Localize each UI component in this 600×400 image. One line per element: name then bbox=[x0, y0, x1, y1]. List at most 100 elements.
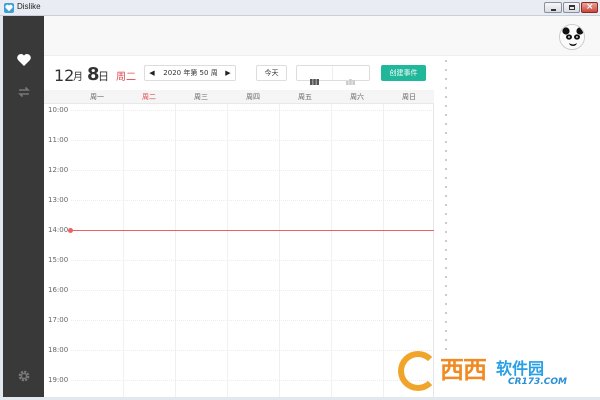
day-column-divider bbox=[383, 104, 384, 400]
divider-dot bbox=[445, 69, 447, 71]
create-event-button[interactable]: 创建事件 bbox=[381, 65, 426, 81]
divider-dot bbox=[445, 339, 447, 341]
main-area: 12 月 8 日 周二 ◀ 2020 年第 50 周 ▶ 今天 创建事件 周一周… bbox=[44, 16, 600, 400]
watermark-sub: CR173.COM bbox=[508, 377, 567, 387]
title-bar: Dislike × bbox=[0, 0, 600, 16]
hour-label: 12:00 bbox=[48, 166, 69, 174]
next-week-button[interactable]: ▶ bbox=[221, 66, 235, 80]
hour-gridline bbox=[71, 140, 434, 141]
day-header: 周六 bbox=[350, 93, 364, 101]
hour-label: 16:00 bbox=[48, 286, 69, 294]
hour-label: 17:00 bbox=[48, 316, 69, 324]
divider-dot bbox=[445, 150, 447, 152]
day-column-divider bbox=[175, 104, 176, 400]
hour-gridline bbox=[71, 200, 434, 201]
day-header: 周四 bbox=[246, 93, 260, 101]
day-header: 周三 bbox=[194, 93, 208, 101]
avatar[interactable] bbox=[559, 24, 585, 50]
divider-dot bbox=[445, 159, 447, 161]
divider-dot bbox=[445, 60, 447, 62]
hour-gridline bbox=[71, 380, 434, 381]
minimize-button[interactable] bbox=[544, 2, 562, 13]
app-heart-icon bbox=[4, 3, 14, 13]
caret-right-icon: ▶ bbox=[225, 69, 231, 77]
divider-dot bbox=[445, 321, 447, 323]
window-title: Dislike bbox=[17, 2, 41, 11]
month-view-button[interactable] bbox=[332, 66, 367, 85]
prev-week-button[interactable]: ◀ bbox=[145, 66, 159, 80]
caret-left-icon: ◀ bbox=[149, 69, 155, 77]
divider-dot bbox=[445, 186, 447, 188]
day-header: 周二 bbox=[142, 93, 156, 101]
dotted-divider bbox=[445, 56, 447, 356]
divider-dot bbox=[445, 177, 447, 179]
divider-dot bbox=[445, 87, 447, 89]
hour-label: 10:00 bbox=[48, 106, 69, 114]
watermark-ring-icon bbox=[398, 351, 438, 391]
divider-dot bbox=[445, 222, 447, 224]
day-column-divider bbox=[331, 104, 332, 400]
grid-dark-icon bbox=[310, 70, 319, 85]
divider-dot bbox=[445, 294, 447, 296]
right-panel bbox=[435, 56, 600, 400]
week-label: 2020 年第 50 周 bbox=[163, 69, 218, 77]
divider-dot bbox=[445, 303, 447, 305]
divider-dot bbox=[445, 195, 447, 197]
day-suffix: 日 bbox=[98, 70, 109, 83]
divider-dot bbox=[445, 240, 447, 242]
hour-label: 13:00 bbox=[48, 196, 69, 204]
divider-dot bbox=[445, 249, 447, 251]
sync-icon[interactable] bbox=[16, 84, 32, 100]
hour-gridline bbox=[71, 350, 434, 351]
heart-icon[interactable] bbox=[16, 52, 32, 68]
divider-dot bbox=[445, 231, 447, 233]
sidebar bbox=[3, 16, 44, 397]
day-column-divider bbox=[227, 104, 228, 400]
current-month: 12 bbox=[54, 66, 75, 85]
current-weekday: 周二 bbox=[116, 72, 136, 83]
close-button[interactable]: × bbox=[581, 2, 598, 13]
grid-light-icon bbox=[346, 70, 355, 85]
divider-dot bbox=[445, 312, 447, 314]
day-header: 周一 bbox=[90, 93, 104, 101]
hour-gridline bbox=[71, 170, 434, 171]
hour-label: 15:00 bbox=[48, 256, 69, 264]
top-bar bbox=[44, 16, 600, 56]
month-suffix: 月 bbox=[73, 72, 83, 83]
hour-gridline bbox=[71, 320, 434, 321]
divider-dot bbox=[445, 78, 447, 80]
divider-dot bbox=[445, 204, 447, 206]
hour-label: 11:00 bbox=[48, 136, 69, 144]
hour-gridline bbox=[71, 260, 434, 261]
divider-dot bbox=[445, 141, 447, 143]
week-calendar: 周一 周二 周三 周四 周五 周六 周日 10:00 11:00 12:00 13:00 14:00… bbox=[44, 90, 434, 400]
divider-dot bbox=[445, 267, 447, 269]
view-switcher bbox=[296, 65, 370, 85]
maximize-icon bbox=[569, 5, 575, 10]
divider-dot bbox=[445, 330, 447, 332]
current-time-dot bbox=[68, 228, 73, 233]
week-view-button[interactable] bbox=[297, 66, 332, 85]
week-navigator: ◀ 2020 年第 50 周 ▶ bbox=[144, 65, 236, 81]
divider-dot bbox=[445, 258, 447, 260]
day-header-row: 周一 周二 周三 周四 周五 周六 周日 bbox=[44, 90, 434, 104]
time-grid[interactable]: 10:00 11:00 12:00 13:00 14:00 15:00 16:00 17:00… bbox=[44, 104, 434, 400]
maximize-button[interactable] bbox=[563, 2, 580, 13]
divider-dot bbox=[445, 213, 447, 215]
divider-dot bbox=[445, 114, 447, 116]
day-column-divider bbox=[123, 104, 124, 400]
divider-dot bbox=[445, 285, 447, 287]
divider-dot bbox=[445, 123, 447, 125]
watermark-secondary: 软件园 bbox=[496, 359, 545, 378]
today-button[interactable]: 今天 bbox=[256, 65, 287, 81]
divider-dot bbox=[445, 168, 447, 170]
watermark-main: 西西 bbox=[440, 356, 487, 384]
hour-label: 14:00 bbox=[48, 226, 69, 234]
hour-gridline bbox=[71, 110, 434, 111]
divider-dot bbox=[445, 276, 447, 278]
divider-dot bbox=[445, 132, 447, 134]
gear-icon[interactable] bbox=[16, 368, 32, 384]
current-time-line bbox=[71, 230, 434, 231]
close-icon: × bbox=[586, 2, 594, 12]
watermark-logo: 西西 软件园 CR173.COM bbox=[396, 350, 592, 392]
